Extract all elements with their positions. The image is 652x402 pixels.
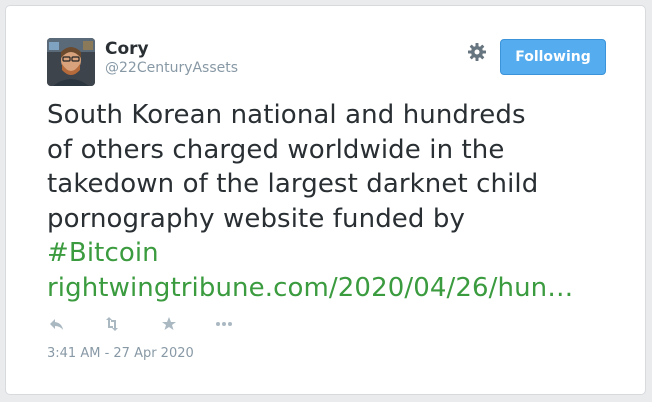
- tweet-text-line: pornography website funded by: [47, 203, 465, 234]
- retweet-icon[interactable]: [102, 314, 122, 334]
- tweet-text-line: of others charged worldwide in the: [47, 134, 505, 165]
- avatar-image: [47, 38, 95, 86]
- display-name[interactable]: Cory: [105, 38, 149, 60]
- tweet-text-line: takedown of the largest darknet child: [47, 169, 539, 199]
- gear-icon[interactable]: [467, 42, 487, 62]
- tweet-timestamp[interactable]: 3:41 AM - 27 Apr 2020: [47, 346, 194, 362]
- article-link[interactable]: rightwingtribune.com/2020/04/26/hun…: [47, 271, 627, 306]
- tweet-card: Cory @22CenturyAssets Following South Ko…: [5, 5, 646, 395]
- user-handle[interactable]: @22CenturyAssets: [105, 59, 238, 77]
- following-button[interactable]: Following: [500, 39, 606, 75]
- reply-icon[interactable]: [47, 314, 67, 334]
- tweet-text-line: South Korean national and hundreds: [47, 100, 526, 130]
- avatar[interactable]: [47, 38, 95, 86]
- favorite-icon[interactable]: [159, 314, 179, 334]
- tweet-text: South Korean national and hundreds of ot…: [47, 98, 627, 305]
- more-icon[interactable]: [214, 314, 234, 334]
- hashtag-link[interactable]: #Bitcoin: [47, 236, 627, 271]
